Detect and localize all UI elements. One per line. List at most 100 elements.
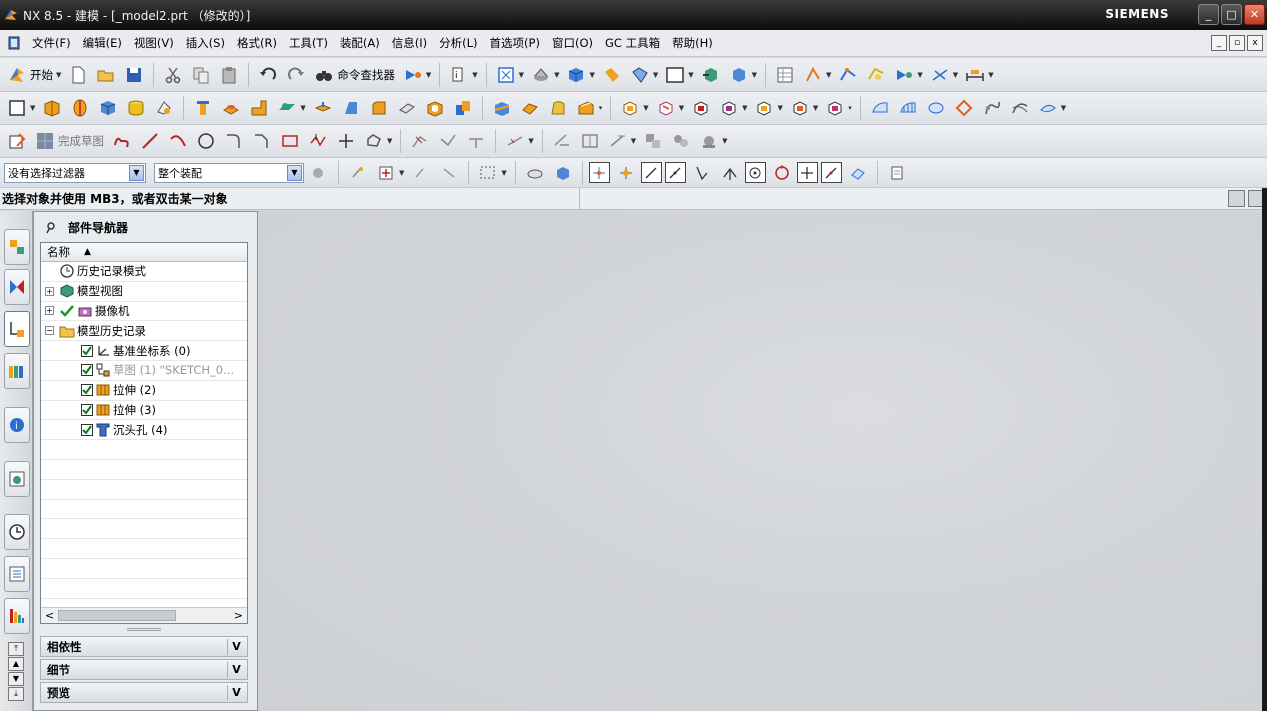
component-button[interactable] (726, 62, 752, 88)
nsided-button[interactable] (951, 95, 977, 121)
visibility-checkbox[interactable] (81, 403, 93, 416)
select-face-button[interactable] (522, 160, 548, 186)
menu-view[interactable]: 视图(V) (128, 35, 180, 51)
status-toggle-icon[interactable] (1228, 190, 1245, 207)
dropdown-icon[interactable]: ▼ (679, 104, 684, 112)
subtract-button[interactable] (688, 95, 714, 121)
pattern-button[interactable] (617, 95, 643, 121)
roles-tab[interactable] (4, 598, 30, 634)
minimize-button[interactable]: _ (1198, 4, 1219, 25)
assembly-button[interactable] (698, 62, 724, 88)
tree-node-cameras[interactable]: + 摄像机 (41, 302, 247, 322)
visibility-checkbox[interactable] (81, 364, 93, 377)
sketch-task-button[interactable] (4, 128, 30, 154)
start-button[interactable]: 开始 (4, 62, 56, 88)
details-section[interactable]: 细节 V (40, 659, 248, 680)
tree-node-model-history[interactable]: − 模型历史记录 (41, 321, 247, 342)
expand-icon[interactable]: + (45, 306, 54, 316)
dropdown-icon[interactable]: ▼ (631, 137, 636, 145)
history-tab[interactable] (4, 514, 30, 550)
scroll-bottom-icon[interactable]: ⤓ (8, 687, 24, 701)
constraints-button[interactable] (502, 128, 528, 154)
arc-button[interactable] (165, 128, 191, 154)
panel-splitter[interactable] (127, 628, 161, 631)
fit-button[interactable] (493, 62, 519, 88)
dropdown-icon[interactable]: ▼ (643, 104, 648, 112)
menu-assemblies[interactable]: 装配(A) (334, 35, 386, 51)
reuse-library-tab[interactable] (4, 353, 30, 389)
feature-selection-button[interactable] (373, 160, 399, 186)
dropdown-icon[interactable]: ▼ (426, 71, 431, 79)
menu-insert[interactable]: 插入(S) (180, 35, 231, 51)
dropdown-icon[interactable]: ▼ (554, 71, 559, 79)
graphics-window[interactable] (258, 211, 1262, 711)
preview-section[interactable]: 预览 V (40, 682, 248, 703)
dropdown-icon[interactable]: ▼ (752, 71, 757, 79)
snap-settings-button[interactable] (613, 160, 639, 186)
horizontal-scrollbar[interactable]: < > (41, 607, 247, 623)
visibility-checkbox[interactable] (81, 423, 93, 436)
menu-tools[interactable]: 工具(T) (283, 35, 334, 51)
sew-button[interactable] (751, 95, 777, 121)
info-button[interactable]: i (446, 62, 472, 88)
styled-sweep-button[interactable] (979, 95, 1005, 121)
patch-button[interactable] (787, 95, 813, 121)
mdi-restore-button[interactable]: ▫ (1229, 35, 1245, 51)
tree-node-datum-csys[interactable]: 基准坐标系 (0) (41, 341, 247, 361)
dropdown-icon[interactable]: ▼ (688, 71, 693, 79)
snap-point-toggle[interactable] (588, 162, 610, 183)
control-point-button[interactable] (689, 160, 715, 186)
sketch-button[interactable] (4, 95, 30, 121)
dropdown-icon[interactable]: ▼ (589, 71, 594, 79)
dropdown-icon[interactable]: ▾ (848, 104, 852, 112)
unite-button[interactable] (450, 95, 476, 121)
select-all-button[interactable] (891, 62, 917, 88)
pocket-button[interactable] (246, 95, 272, 121)
stop-at-intersection-button[interactable] (436, 160, 462, 186)
open-button[interactable] (93, 62, 119, 88)
visibility-checkbox[interactable] (81, 384, 93, 397)
reset-filter-button[interactable] (306, 160, 332, 186)
name-column-header[interactable]: 名称 ▲ (41, 243, 247, 262)
visibility-checkbox[interactable] (81, 344, 93, 357)
arc-center-toggle[interactable] (744, 162, 766, 183)
general-selection-button[interactable] (345, 160, 371, 186)
dimensions-button[interactable] (577, 128, 603, 154)
replace-face-button[interactable] (822, 95, 848, 121)
chevron-down-icon[interactable]: V (227, 639, 245, 655)
measure-button[interactable] (800, 62, 826, 88)
dropdown-icon[interactable]: ▼ (722, 137, 727, 145)
tree-node-sketch[interactable]: 草图 (1) "SKETCH_0... (41, 361, 247, 381)
extrude-button[interactable] (39, 95, 65, 121)
quadrant-point-button[interactable] (769, 160, 795, 186)
point-on-face-button[interactable] (845, 160, 871, 186)
dropdown-icon[interactable]: ▼ (399, 169, 404, 177)
thicken-button[interactable] (573, 95, 599, 121)
scroll-right-icon[interactable]: > (234, 609, 243, 622)
dropdown-icon[interactable]: ▼ (826, 71, 831, 79)
chevron-down-icon[interactable]: V (227, 662, 245, 678)
snap-grid-button[interactable] (927, 62, 953, 88)
chevron-down-icon[interactable]: ▼ (129, 164, 144, 181)
redo-button[interactable] (283, 62, 309, 88)
quick-trim-button[interactable] (407, 128, 433, 154)
constraint-navigator-tab[interactable] (4, 269, 30, 305)
type-filter-select[interactable]: 没有选择过滤器 ▼ (4, 162, 146, 183)
selection-scope-select[interactable]: 整个装配 ▼ (154, 162, 304, 183)
analysis-button[interactable] (835, 62, 861, 88)
hole-button[interactable] (190, 95, 216, 121)
scroll-left-icon[interactable]: < (45, 609, 54, 622)
check-button[interactable] (863, 62, 889, 88)
menu-help[interactable]: 帮助(H) (666, 35, 719, 51)
dropdown-icon[interactable]: ▼ (30, 104, 35, 112)
dropdown-icon[interactable]: ▼ (472, 71, 477, 79)
dropdown-icon[interactable]: ▼ (777, 104, 782, 112)
follow-selection-button[interactable] (408, 160, 434, 186)
dropdown-icon[interactable]: ▼ (501, 169, 506, 177)
scrollbar-thumb[interactable] (58, 610, 176, 621)
layer-button[interactable] (599, 62, 625, 88)
studio-surface-button[interactable] (1007, 95, 1033, 121)
collapse-icon[interactable]: − (45, 326, 54, 336)
dropdown-icon[interactable]: ▼ (519, 71, 524, 79)
assembly-navigator-tab[interactable] (4, 229, 30, 265)
